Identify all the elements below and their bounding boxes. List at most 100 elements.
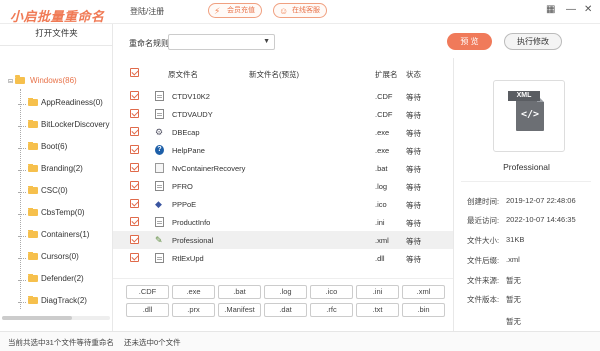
folder-icon [28,274,38,282]
status-bar: 当前共选中31个文件等待重命名 还未选中0个文件 [0,331,600,351]
select-all-checkbox[interactable] [130,68,139,77]
folder-icon [28,142,38,150]
preview-button[interactable]: 预 览 [447,33,492,50]
execute-button[interactable]: 执行修改 [504,33,562,50]
header-extension: 扩展名 [375,70,398,79]
table-row[interactable]: ? HelpPane .exe 等待 [113,141,453,159]
tree-item[interactable]: AppReadiness(0) [18,98,110,112]
vip-recharge-button[interactable]: ⚡ 会员充值 [208,3,262,18]
row-checkbox[interactable] [130,217,139,226]
extension-button[interactable]: .dll [126,303,169,317]
detail-file-name: Professional [503,162,550,172]
extension-button[interactable]: .txt [356,303,399,317]
row-checkbox[interactable] [130,199,139,208]
tree-item[interactable]: Containers(1) [18,230,110,244]
document-icon [155,181,164,191]
extension-button[interactable]: .CDF [126,285,169,299]
lightning-icon: ⚡ [214,6,221,16]
extension-button[interactable]: .Manifest [218,303,261,317]
document-icon [155,217,164,227]
table-row[interactable]: RtlExUpd .dll 等待 [113,249,453,267]
tree-item[interactable]: Branding(2) [18,164,110,178]
app-icon: ⚙ [155,127,164,137]
app-logo: 小启批量重命名 [10,9,105,24]
document-icon [155,253,164,263]
tree-item[interactable]: DiagTrack(2) [18,296,110,309]
title-bar: 小启批量重命名 登陆/注册 ⚡ 会员充值 ☺ 在线客服 ▦ — ✕ [0,0,600,24]
table-row[interactable]: ◆ PPPoE .ico 等待 [113,195,453,213]
table-row[interactable]: PFRO .log 等待 [113,177,453,195]
document-icon [155,109,164,119]
divider [461,181,591,182]
extension-button[interactable]: .bat [218,285,261,299]
extension-filter: .CDF .exe .bat .log .ico .ini .xml .dll … [113,278,453,324]
extension-button[interactable]: .rfc [310,303,353,317]
rule-bar: 重命名规则 ▼ [113,24,453,58]
row-checkbox[interactable] [130,109,139,118]
tree-item[interactable]: Cursors(0) [18,252,110,266]
row-checkbox[interactable] [130,163,139,172]
login-link[interactable]: 登陆/注册 [130,6,164,17]
folder-icon [28,98,38,106]
folder-icon [28,252,38,260]
folder-icon [28,164,38,172]
chat-icon: ☺ [279,6,289,16]
folder-icon [28,120,38,128]
extension-button[interactable]: .bin [402,303,445,317]
table-row[interactable]: NvContainerRecovery .bat 等待 [113,159,453,177]
row-checkbox[interactable] [130,235,139,244]
extension-button[interactable]: .exe [172,285,215,299]
open-folder-button[interactable]: 打开文件夹 [0,24,113,46]
table-row[interactable]: ProductInfo .ini 等待 [113,213,453,231]
status-pending: 当前共选中31个文件等待重命名 [8,338,114,347]
prop-extra: 暂无 [506,317,521,326]
extension-button[interactable]: .dat [264,303,307,317]
tree-item[interactable]: BitLockerDiscovery [18,120,110,134]
table-row[interactable]: CTDV10K2 .CDF 等待 [113,87,453,105]
help-icon: ? [155,145,164,155]
folder-tree: ⊟ Windows(86) AppReadiness(0) BitLockerDi… [0,74,112,309]
header-status: 状态 [406,70,421,79]
code-icon: </> [520,109,540,120]
rule-select[interactable]: ▼ [168,34,275,50]
online-service-button[interactable]: ☺ 在线客服 [273,3,327,18]
prop-size: 文件大小: 31KB [467,235,525,245]
row-checkbox[interactable] [130,253,139,262]
close-icon[interactable]: ✕ [584,4,592,15]
extension-button[interactable]: .xml [402,285,445,299]
scrollbar-thumb[interactable] [2,316,72,320]
table-row[interactable]: ⚙ DBEcap .exe 等待 [113,123,453,141]
collapse-icon[interactable]: ⊟ [8,78,15,85]
prop-suffix: 文件后缀: .xml [467,255,520,265]
prop-source: 文件来源: 暂无 [467,276,521,285]
table-header: 原文件名 新文件名(预览) 扩展名 状态 [113,60,453,86]
row-checkbox[interactable] [130,181,139,190]
row-checkbox[interactable] [130,145,139,154]
prop-version: 文件版本: 暂无 [467,295,521,304]
extension-button[interactable]: .log [264,285,307,299]
file-preview: XML </> [493,80,565,152]
prop-created: 创建时间: 2019-12-07 22:48:06 [467,196,576,206]
tree-item[interactable]: Defender(2) [18,274,110,288]
image-icon: ◆ [155,199,162,209]
extension-button[interactable]: .ini [356,285,399,299]
tree-horizontal-scrollbar[interactable] [2,316,110,320]
row-checkbox[interactable] [130,127,139,136]
tree-item[interactable]: Boot(6) [18,142,110,156]
folder-icon [28,186,38,194]
minimize-icon[interactable]: — [566,4,576,15]
header-original-name: 原文件名 [168,70,198,79]
extension-button[interactable]: .ico [310,285,353,299]
row-checkbox[interactable] [130,91,139,100]
tree-item[interactable]: CbsTemp(0) [18,208,110,222]
tree-root-windows[interactable]: ⊟ Windows(86) [8,75,108,90]
table-row[interactable]: CTDVAUDY .CDF 等待 [113,105,453,123]
chevron-down-icon: ▼ [263,38,270,45]
extension-button[interactable]: .prx [172,303,215,317]
prop-accessed: 最近访问: 2022-10-07 14:46:35 [467,215,576,225]
table-row-selected[interactable]: ✎ Professional .xml 等待 [113,231,453,249]
grid-icon[interactable]: ▦ [546,4,555,15]
xml-icon: ✎ [155,235,163,245]
batch-icon [155,163,164,173]
tree-item[interactable]: CSC(0) [18,186,110,200]
